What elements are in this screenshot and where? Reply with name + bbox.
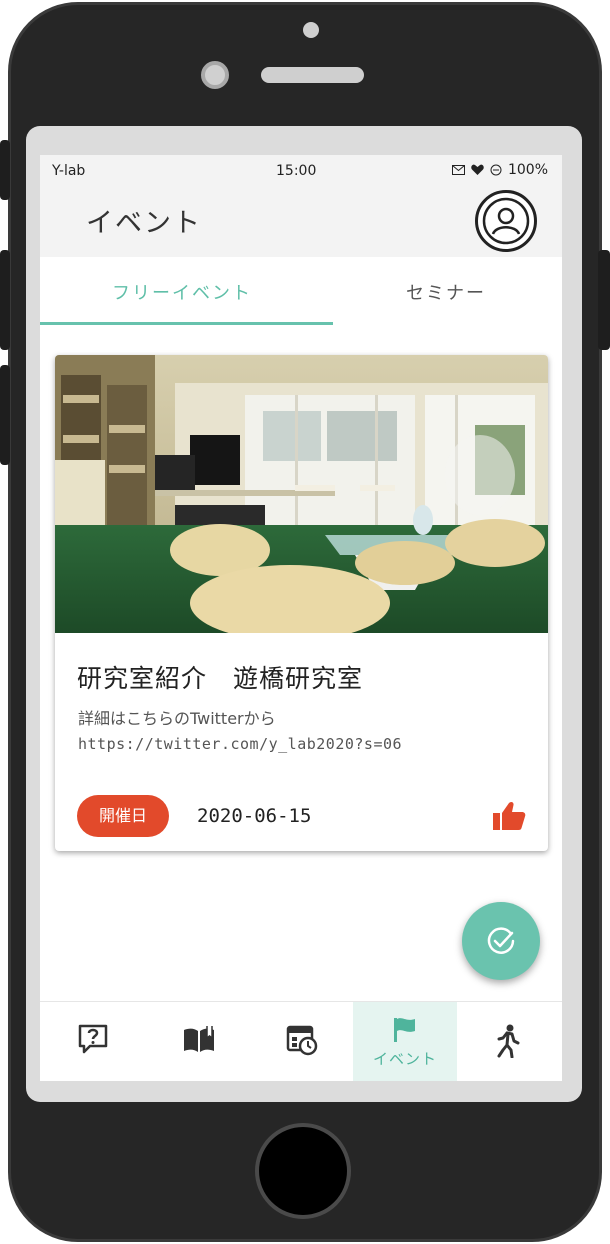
- nav-item-help[interactable]: [40, 1002, 144, 1081]
- schedule-icon: [286, 1025, 318, 1056]
- carrier-label: Y-lab: [52, 163, 86, 179]
- tab-bar: フリーイベント セミナー: [40, 257, 562, 327]
- nav-item-schedule[interactable]: [248, 1002, 352, 1081]
- earpiece-speaker: [261, 67, 364, 83]
- volume-down-button: [0, 365, 10, 465]
- avatar[interactable]: [475, 190, 537, 252]
- help-icon: [78, 1024, 108, 1054]
- tab-free-event[interactable]: フリーイベント: [112, 279, 252, 305]
- volume-up-button: [0, 250, 10, 350]
- status-icons: 100%: [451, 162, 548, 178]
- mail-icon: [451, 165, 465, 175]
- flag-icon: [394, 1018, 415, 1042]
- power-button: [598, 250, 610, 350]
- nav-item-book[interactable]: [144, 1002, 248, 1081]
- page-title: イベント: [86, 208, 202, 239]
- event-photo: [55, 355, 548, 633]
- check-circle-icon: [487, 927, 515, 954]
- like-icon[interactable]: [491, 800, 527, 832]
- active-tab-indicator: [40, 322, 333, 325]
- heart-icon: [471, 164, 484, 175]
- event-title: 研究室紹介 遊橋研究室: [77, 664, 364, 693]
- battery-icon: [490, 164, 502, 176]
- mute-switch: [0, 140, 10, 200]
- app-header: イベント: [40, 187, 562, 257]
- front-camera: [303, 22, 319, 38]
- event-link[interactable]: https://twitter.com/y_lab2020?s=06: [78, 735, 402, 753]
- battery-percent: 100%: [507, 162, 548, 178]
- nav-item-walk[interactable]: [457, 1002, 561, 1081]
- event-description: 詳細はこちらのTwitterから: [78, 709, 276, 728]
- event-card[interactable]: 研究室紹介 遊橋研究室 詳細はこちらのTwitterから https://twi…: [55, 355, 548, 851]
- nav-item-event[interactable]: イベント: [353, 1002, 457, 1081]
- app-screen: Y-lab 15:00 100% イベント フリーイベント セミナー 研究室紹介…: [40, 155, 562, 1081]
- walk-icon: [497, 1024, 520, 1058]
- status-bar: Y-lab 15:00 100%: [40, 155, 562, 187]
- proximity-sensor: [201, 61, 229, 89]
- book-icon: [184, 1026, 214, 1052]
- nav-label-event: イベント: [372, 1050, 437, 1068]
- user-icon: [482, 197, 530, 245]
- event-date: 2020-06-15: [197, 805, 312, 827]
- checkin-fab[interactable]: [462, 902, 540, 980]
- tab-seminar[interactable]: セミナー: [406, 279, 486, 305]
- date-badge: 開催日: [77, 795, 169, 837]
- bottom-navigation: イベント: [40, 1001, 562, 1081]
- home-button[interactable]: [255, 1123, 351, 1219]
- clock: 15:00: [276, 163, 317, 179]
